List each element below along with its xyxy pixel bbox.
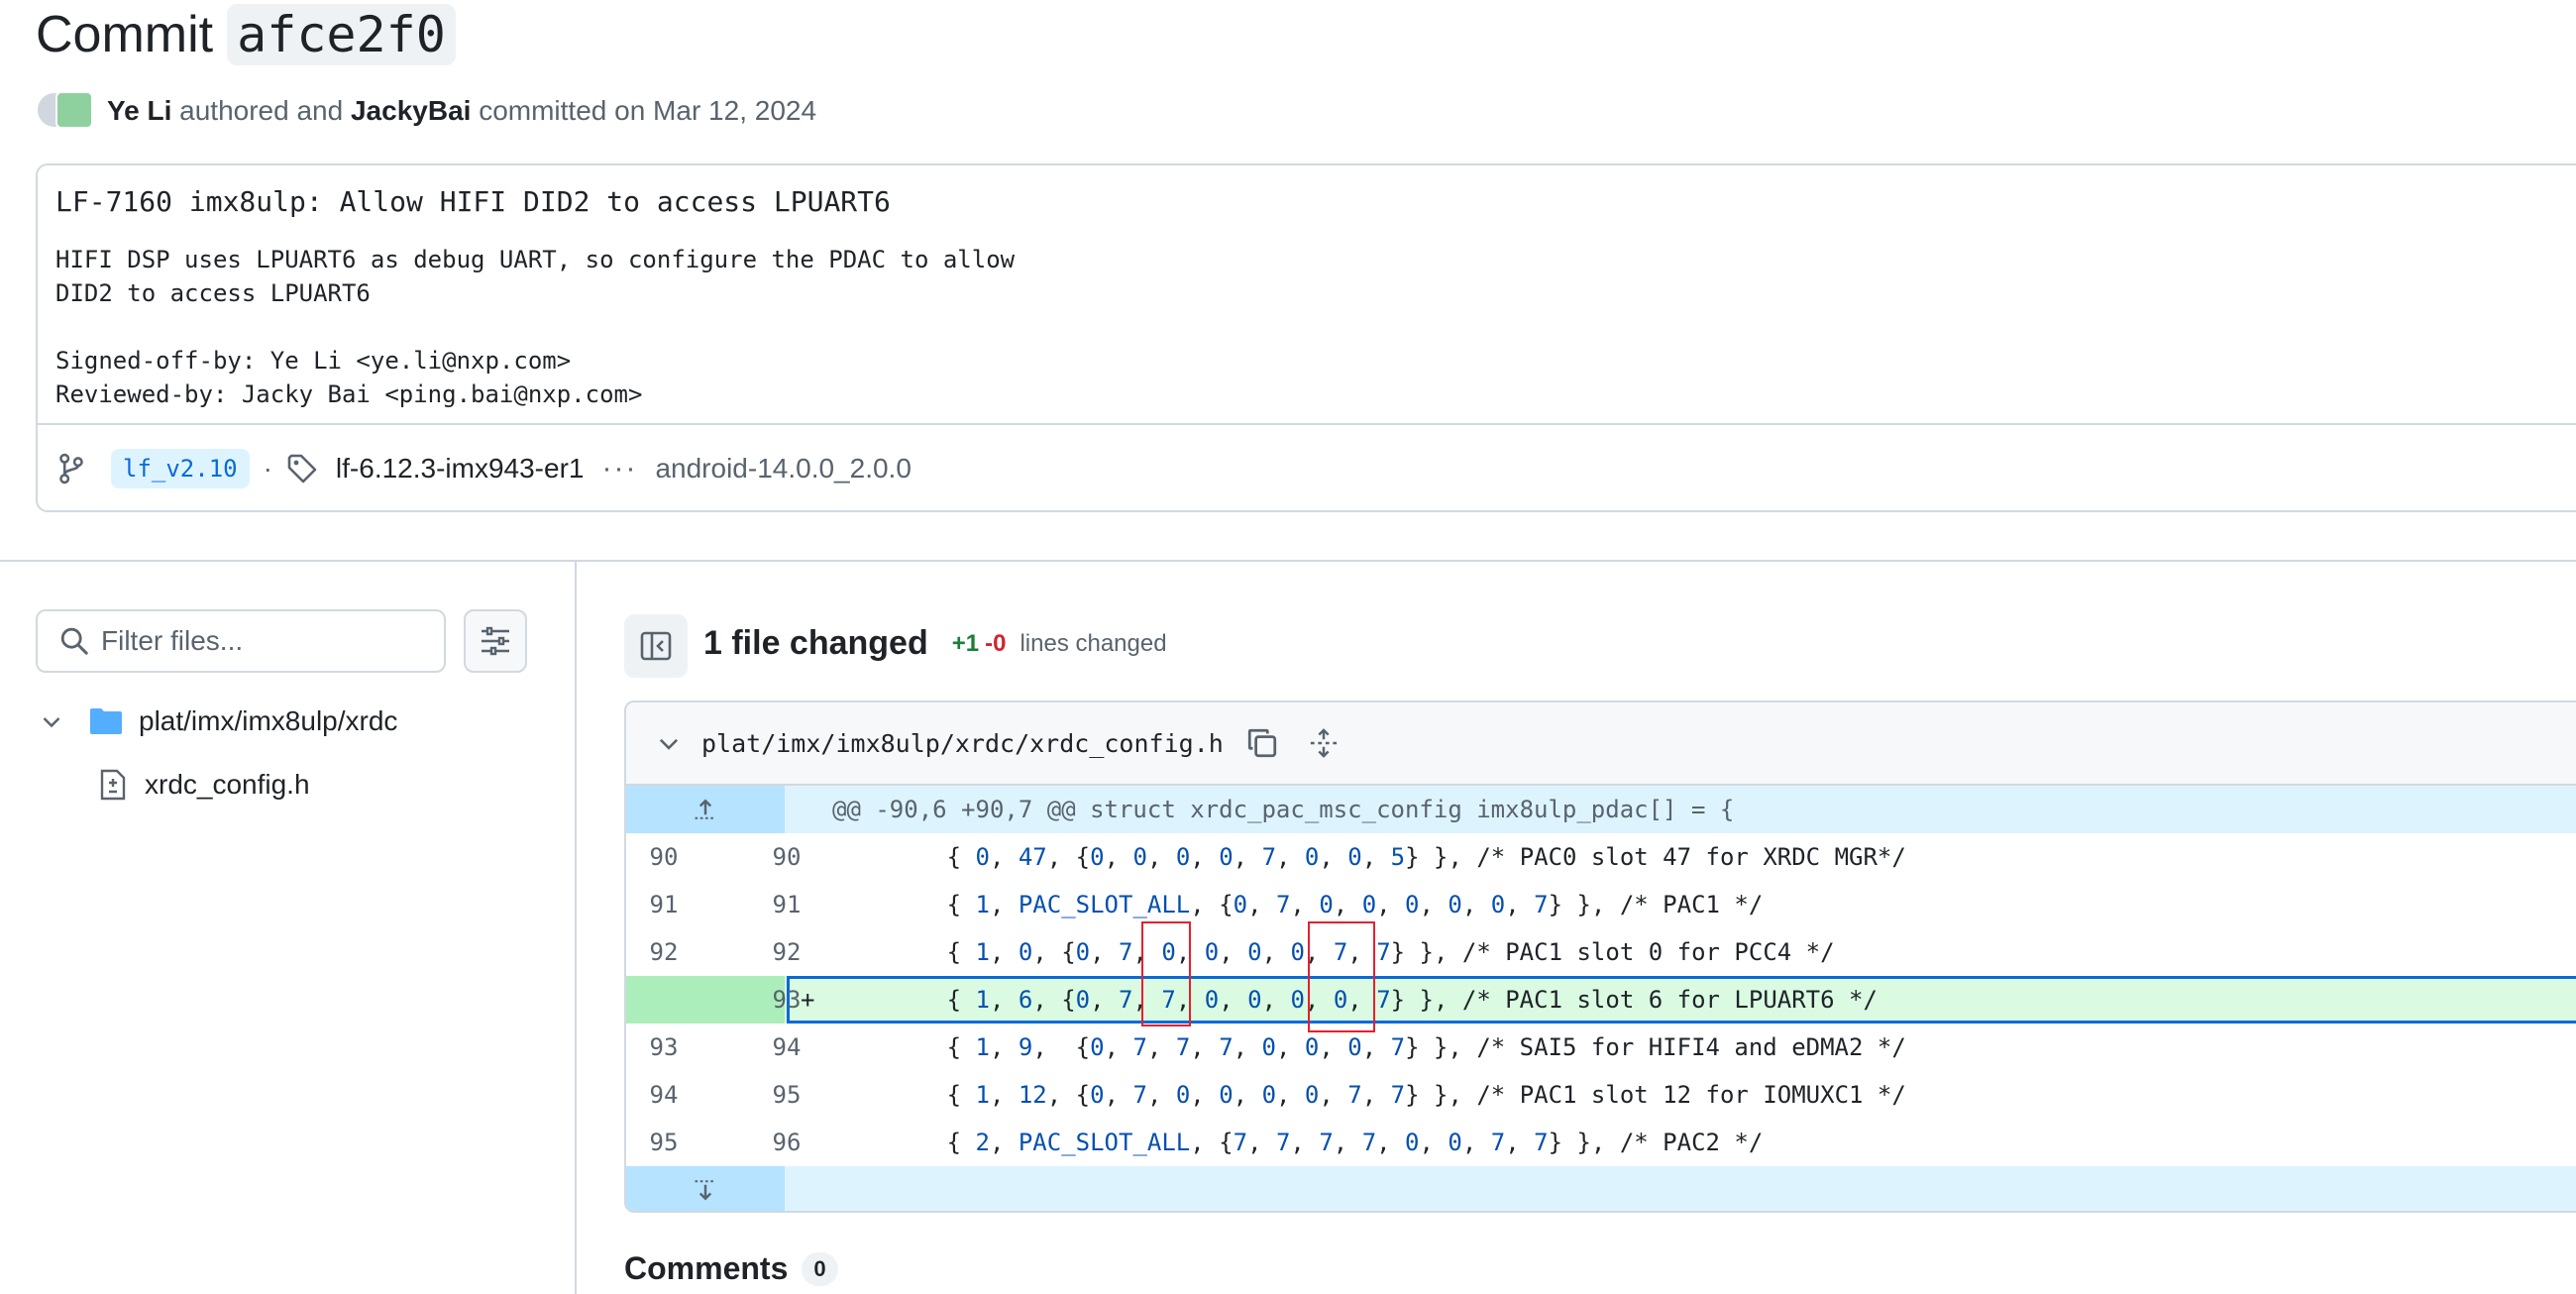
additions-count: +1 bbox=[951, 629, 980, 657]
sidebar-collapse-icon bbox=[640, 630, 672, 662]
tag-link[interactable]: lf-6.12.3-imx943-er1 bbox=[336, 453, 585, 485]
collapse-file-chevron-icon[interactable] bbox=[656, 730, 682, 756]
old-line-number[interactable]: 95 bbox=[634, 1129, 694, 1156]
lines-changed-label: lines changed bbox=[1020, 629, 1167, 657]
addition-sign: + bbox=[801, 986, 815, 1014]
sidebar-divider bbox=[575, 562, 577, 1294]
file-diff-header: plat/imx/imx8ulp/xrdc/xrdc_config.h bbox=[626, 702, 2576, 786]
hunk-header-text: @@ -90,6 +90,7 @@ struct xrdc_pac_msc_co… bbox=[832, 796, 1735, 823]
search-icon bbox=[59, 626, 89, 656]
diff-line: 90 90 { 0, 47, {0, 0, 0, 0, 7, 0, 0, 5} … bbox=[626, 833, 2576, 881]
old-line-number[interactable]: 90 bbox=[634, 843, 694, 871]
commit-message-box: LF-7160 imx8ulp: Allow HIFI DID2 to acce… bbox=[36, 163, 2576, 512]
code-line: { 1, 9, {0, 7, 7, 7, 0, 0, 0, 7} }, /* S… bbox=[832, 1033, 1906, 1061]
commit-refs: lf_v2.10 · lf-6.12.3-imx943-er1 ··· andr… bbox=[38, 423, 2576, 512]
file-diff: plat/imx/imx8ulp/xrdc/xrdc_config.h @@ -… bbox=[624, 701, 2576, 1213]
page-title: Commit afce2f0 bbox=[36, 4, 456, 65]
code-line: { 1, PAC_SLOT_ALL, {0, 7, 0, 0, 0, 0, 0,… bbox=[832, 891, 1764, 918]
comments-count: 0 bbox=[802, 1251, 838, 1286]
comments-heading: Comments 0 bbox=[624, 1250, 838, 1287]
old-line-number[interactable]: 94 bbox=[634, 1081, 694, 1109]
expand-down-icon bbox=[692, 1176, 719, 1204]
hunk-header: @@ -90,6 +90,7 @@ struct xrdc_pac_msc_co… bbox=[626, 786, 2576, 833]
chevron-down-icon bbox=[40, 709, 63, 733]
annotation-box bbox=[1308, 921, 1375, 1032]
file-path[interactable]: plat/imx/imx8ulp/xrdc/xrdc_config.h bbox=[701, 729, 1224, 758]
commit-message-title: LF-7160 imx8ulp: Allow HIFI DID2 to acce… bbox=[55, 185, 891, 218]
file-diff-icon bbox=[99, 769, 127, 801]
diff-line: 91 91 { 1, PAC_SLOT_ALL, {0, 7, 0, 0, 0,… bbox=[626, 881, 2576, 928]
filter-files-field[interactable] bbox=[36, 609, 446, 673]
commit-message-body: HIFI DSP uses LPUART6 as debug UART, so … bbox=[55, 246, 1016, 408]
new-line-number[interactable]: 94 bbox=[757, 1033, 816, 1061]
diff-line: 92 92 { 1, 0, {0, 7, 0, 0, 0, 0, 7, 7} }… bbox=[626, 928, 2576, 976]
code-line: { 0, 47, {0, 0, 0, 0, 7, 0, 0, 5} }, /* … bbox=[832, 843, 1906, 871]
more-tags-button[interactable]: ··· bbox=[601, 452, 637, 485]
copy-icon[interactable] bbox=[1245, 726, 1279, 760]
tag-icon bbox=[286, 453, 318, 485]
filter-files-input[interactable] bbox=[99, 624, 430, 658]
tree-file[interactable]: xrdc_config.h bbox=[99, 765, 310, 805]
authored-text: authored and bbox=[179, 95, 344, 126]
files-changed-label: 1 file changed bbox=[703, 624, 928, 662]
committed-text: committed on Mar 12, 2024 bbox=[479, 95, 817, 126]
sliders-icon bbox=[480, 625, 511, 657]
commit-sha[interactable]: afce2f0 bbox=[227, 4, 456, 65]
section-divider bbox=[0, 560, 2576, 562]
separator: · bbox=[263, 453, 272, 484]
old-line-number[interactable]: 92 bbox=[634, 938, 694, 966]
old-line-number[interactable]: 91 bbox=[634, 891, 694, 918]
new-line-number[interactable]: 95 bbox=[757, 1081, 816, 1109]
old-line-number[interactable]: 93 bbox=[634, 1033, 694, 1061]
diff-line-added: 93 + { 1, 6, {0, 7, 7, 0, 0, 0, 0, 7} },… bbox=[626, 976, 2576, 1024]
annotation-box bbox=[1141, 921, 1191, 1026]
diff-line: 93 94 { 1, 9, {0, 7, 7, 7, 0, 0, 0, 7} }… bbox=[626, 1024, 2576, 1071]
toggle-file-tree-button[interactable] bbox=[624, 614, 688, 678]
new-line-number[interactable]: 90 bbox=[757, 843, 816, 871]
code-line: { 1, 12, {0, 7, 0, 0, 0, 0, 7, 7} }, /* … bbox=[832, 1081, 1906, 1109]
title-prefix: Commit bbox=[36, 6, 214, 63]
diff-line: 94 95 { 1, 12, {0, 7, 0, 0, 0, 0, 7, 7} … bbox=[626, 1071, 2576, 1119]
committer-link[interactable]: JackyBai bbox=[351, 95, 471, 127]
comments-label: Comments bbox=[624, 1250, 789, 1286]
author-link[interactable]: Ye Li bbox=[107, 95, 171, 127]
branch-icon bbox=[57, 452, 85, 485]
committer-avatar[interactable] bbox=[55, 91, 93, 129]
deletions-count: -0 bbox=[985, 629, 1007, 657]
tree-directory[interactable]: plat/imx/imx8ulp/xrdc bbox=[40, 701, 397, 741]
new-line-number[interactable]: 96 bbox=[757, 1129, 816, 1156]
expand-down-button[interactable] bbox=[626, 1166, 785, 1211]
diff-line: 95 96 { 2, PAC_SLOT_ALL, {7, 7, 7, 7, 0,… bbox=[626, 1119, 2576, 1166]
avatars bbox=[36, 89, 95, 133]
file-label: xrdc_config.h bbox=[145, 769, 310, 800]
new-line-number[interactable]: 92 bbox=[757, 938, 816, 966]
last-tag-link[interactable]: android-14.0.0_2.0.0 bbox=[655, 453, 911, 485]
hunk-footer bbox=[626, 1166, 2576, 1211]
file-tree-settings-button[interactable] bbox=[464, 609, 527, 673]
expand-up-button[interactable] bbox=[626, 786, 785, 833]
directory-label: plat/imx/imx8ulp/xrdc bbox=[139, 705, 398, 736]
expand-all-icon[interactable] bbox=[1309, 728, 1339, 758]
code-line: { 2, PAC_SLOT_ALL, {7, 7, 7, 7, 0, 0, 7,… bbox=[832, 1129, 1764, 1156]
commit-byline: Ye Li authored and JackyBai committed on… bbox=[36, 89, 816, 133]
new-line-number[interactable]: 91 bbox=[757, 891, 816, 918]
diff-summary: 1 file changed +1 -0 lines changed bbox=[703, 624, 1167, 663]
folder-icon bbox=[89, 706, 123, 736]
branch-link[interactable]: lf_v2.10 bbox=[111, 449, 250, 488]
expand-up-icon bbox=[692, 796, 719, 823]
